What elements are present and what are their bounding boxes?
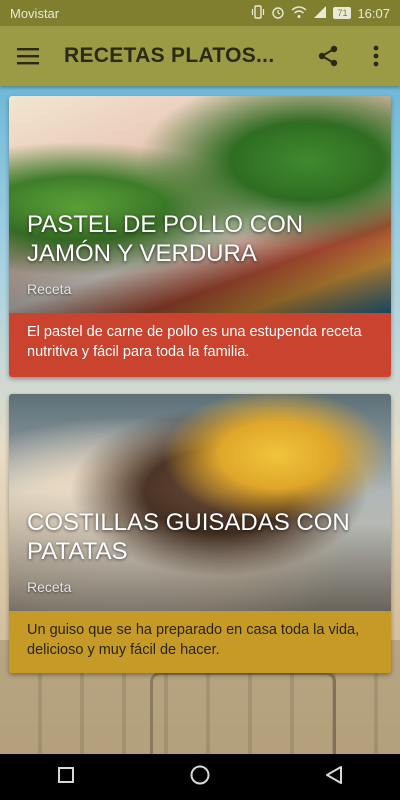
recipe-card[interactable]: PASTEL DE POLLO CON JAMÓN Y VERDURA Rece…: [9, 96, 391, 377]
vibrate-icon: [251, 4, 265, 22]
battery-icon: 71: [333, 7, 352, 19]
recipe-subtitle: Receta: [27, 281, 72, 297]
app-bar: RECETAS PLATOS...: [0, 26, 400, 86]
signal-icon: [313, 5, 327, 22]
recipe-description: El pastel de carne de pollo es una estup…: [9, 313, 391, 377]
recipe-title: COSTILLAS GUISADAS CON PATATAS: [27, 509, 350, 565]
recents-icon[interactable]: [57, 766, 75, 789]
navigation-bar: [0, 754, 400, 800]
back-icon[interactable]: [325, 765, 343, 790]
recipe-title: PASTEL DE POLLO CON JAMÓN Y VERDURA: [27, 211, 304, 267]
alarm-icon: [271, 5, 285, 22]
clock: 16:07: [357, 5, 390, 21]
wifi-icon: [291, 5, 307, 22]
home-icon[interactable]: [189, 764, 211, 791]
more-vert-icon[interactable]: [352, 26, 400, 86]
menu-icon[interactable]: [0, 26, 56, 86]
background-chair: [150, 672, 336, 755]
recipe-card[interactable]: COSTILLAS GUISADAS CON PATATAS Receta Un…: [9, 394, 391, 673]
share-icon[interactable]: [304, 26, 352, 86]
recipe-subtitle: Receta: [27, 579, 72, 595]
page-title: RECETAS PLATOS...: [64, 44, 275, 67]
carrier-label: Movistar: [10, 5, 60, 21]
recipe-description: Un guiso que se ha preparado en casa tod…: [9, 611, 391, 673]
status-bar: Movistar 71 16:07: [0, 0, 400, 26]
status-icons: 71 16:07: [251, 4, 390, 22]
